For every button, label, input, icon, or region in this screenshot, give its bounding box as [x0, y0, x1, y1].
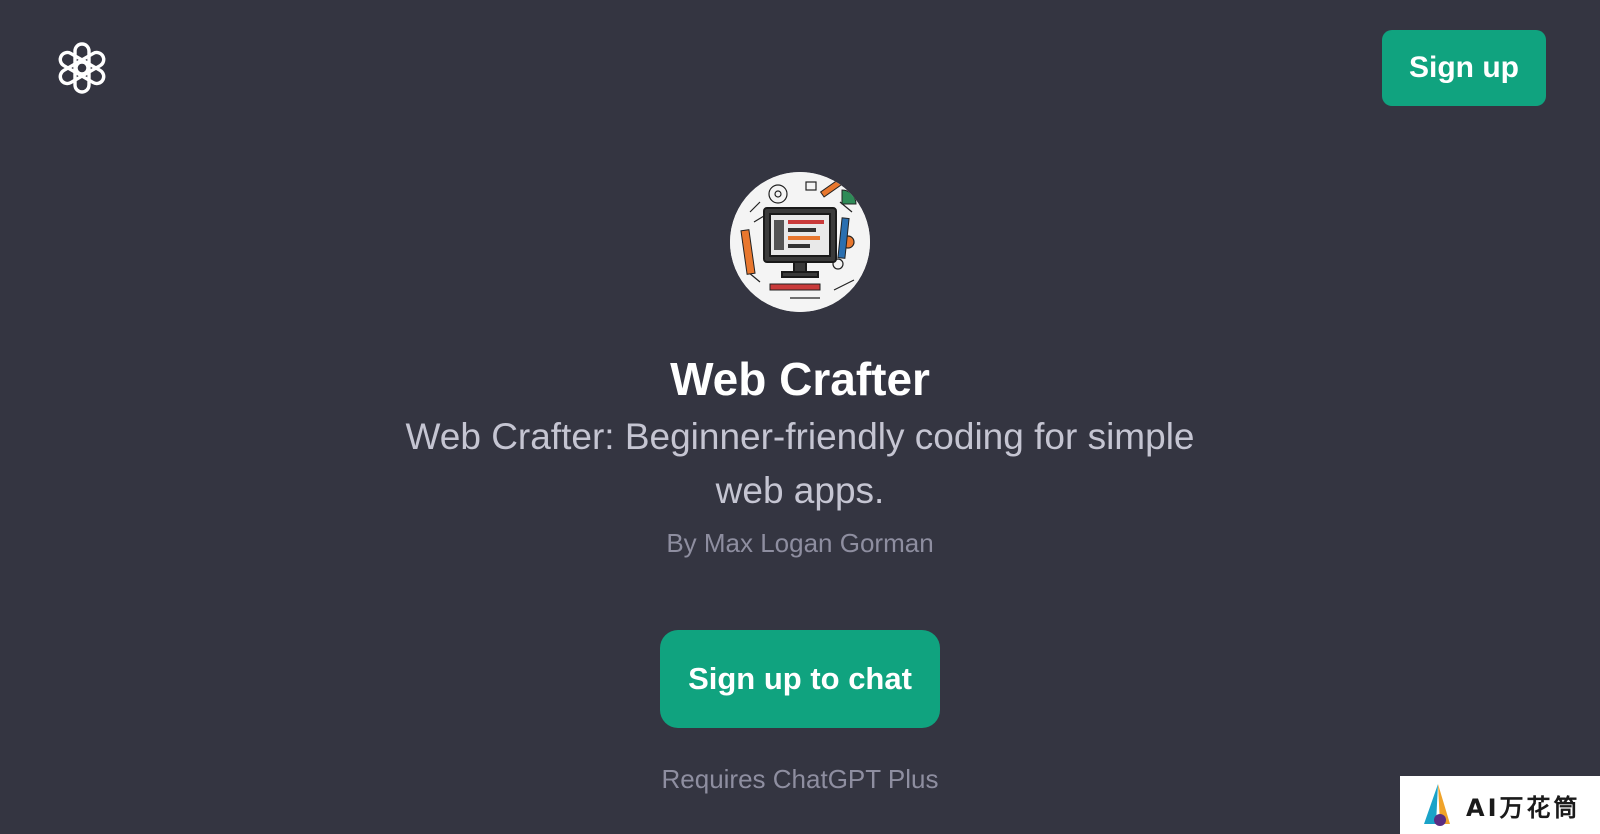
gpt-title: Web Crafter [670, 353, 930, 405]
watermark-text: AI万花筒 [1466, 793, 1581, 822]
watermark-logo-icon [1424, 784, 1450, 826]
signup-to-chat-button[interactable]: Sign up to chat [660, 630, 940, 728]
openai-logo-icon[interactable] [52, 38, 112, 98]
signup-button[interactable]: Sign up [1382, 30, 1546, 106]
plus-requirement-note: Requires ChatGPT Plus [661, 764, 939, 794]
gpt-description: Web Crafter: Beginner-friendly coding fo… [405, 416, 1195, 511]
web-crafter-avatar [730, 172, 870, 312]
landing-page: Sign up Web Crafter Web Crafter: Beginne… [0, 0, 1600, 834]
watermark-badge: AI万花筒 [1400, 776, 1600, 834]
gpt-author: By Max Logan Gorman [666, 528, 934, 558]
